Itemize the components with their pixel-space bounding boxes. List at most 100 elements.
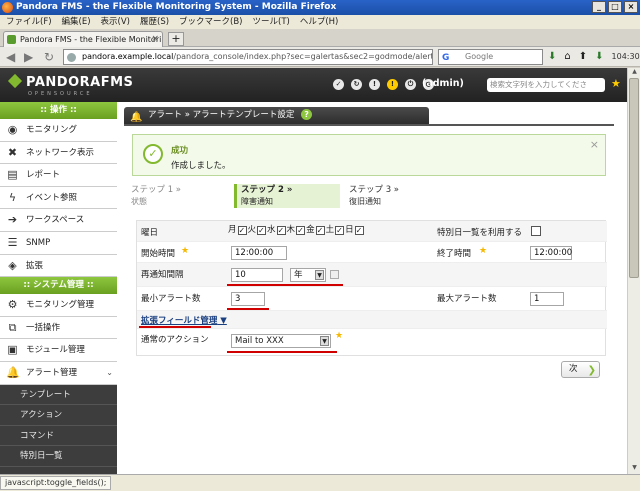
back-icon[interactable]: ◀ [6, 50, 15, 64]
maximize-button[interactable]: □ [608, 1, 622, 13]
end-time-input[interactable]: 12:00:00 [530, 246, 572, 260]
checkbox-wed[interactable]: ✓ [276, 226, 286, 235]
action-select[interactable]: Mail to XXX ▼ [231, 334, 331, 348]
home-icon[interactable]: ⌂ [564, 50, 570, 64]
title-divider [124, 124, 614, 126]
pandora-logo[interactable]: PANDORAFMS OPENSOURCE [7, 73, 133, 97]
menu-bookmarks[interactable]: ブックマーク(B) [179, 15, 242, 29]
tab-title: Pandora FMS - the Flexible Monitoring Sy… [20, 35, 162, 44]
menu-help[interactable]: ヘルプ(H) [300, 15, 339, 29]
sidebar-subitem-commands[interactable]: コマンド [0, 425, 117, 447]
sidebar-subitem-special-days[interactable]: 特別日一覧 [0, 446, 117, 467]
sidebar-item-snmp[interactable]: ☰ SNMP [0, 231, 117, 255]
menu-history[interactable]: 履歴(S) [140, 15, 169, 29]
app-header: PANDORAFMS OPENSOURCE ✓ ↻ ! ! ⏻ ● (admin… [0, 68, 627, 102]
sidebar: :: 操作 :: ◉ モニタリング ✖ ネットワーク表示 ▤ レポート ϟ イベント参照… [0, 102, 117, 474]
page-scrollbar[interactable]: ▲ ▼ [627, 68, 640, 474]
status-ok-icon[interactable]: ✓ [333, 79, 344, 90]
highlight-underline [139, 326, 211, 328]
required-star-icon: ★ [335, 331, 344, 341]
sidebar-item-events[interactable]: ϟ イベント参照 [0, 186, 117, 210]
menu-view[interactable]: 表示(V) [101, 15, 130, 29]
checkbox-sat[interactable]: ✓ [335, 226, 345, 235]
form-row-days: 曜日 月 ✓ 火 ✓ 水 ✓ 木 ✓ 金 ✓ 土 ✓ 日 ✓ 特別日一覧を利用する [137, 221, 607, 242]
sidebar-item-report[interactable]: ▤ レポート [0, 164, 117, 187]
alert-status-icon[interactable]: ! [387, 79, 398, 90]
menu-edit[interactable]: 編集(E) [62, 15, 91, 29]
success-message: ✓ 成功 作成しました。 × [132, 134, 606, 176]
max-alerts-input[interactable]: 1 [530, 292, 564, 306]
reload-icon[interactable]: ↻ [44, 50, 54, 64]
advanced-fields-link[interactable]: 拡張フィールド管理 ▼ [141, 314, 227, 326]
checkbox-fri[interactable]: ✓ [315, 226, 325, 235]
tab-close-icon[interactable]: × [151, 32, 159, 47]
scroll-down-icon[interactable]: ▼ [628, 464, 640, 474]
refresh-icon[interactable]: ↻ [351, 79, 362, 90]
tab-bar: Pandora FMS - the Flexible Monitoring Sy… [0, 29, 640, 47]
checkbox-sun[interactable]: ✓ [354, 226, 364, 235]
browser-search-box[interactable]: G Google [438, 49, 543, 65]
next-button[interactable]: 次 ❯ [561, 361, 600, 378]
step-2[interactable]: ステップ 2 » 障害通知 [234, 184, 340, 208]
sidebar-item-monitoring[interactable]: ◉ モニタリング [0, 119, 117, 142]
close-window-button[interactable]: × [624, 1, 638, 13]
upload-icon[interactable]: ⬆ [579, 50, 587, 64]
alert-template-form: 曜日 月 ✓ 火 ✓ 水 ✓ 木 ✓ 金 ✓ 土 ✓ 日 ✓ 特別日一覧を利用する 開始時間 … [136, 220, 607, 356]
end-time-label: 終了時間 [437, 249, 472, 259]
start-time-input[interactable]: 12:00:00 [231, 246, 287, 260]
extension-icon: ◈ [8, 258, 17, 272]
scroll-up-icon[interactable]: ▲ [628, 68, 640, 78]
sidebar-item-network[interactable]: ✖ ネットワーク表示 [0, 141, 117, 165]
url-bar[interactable]: pandora.example.local/pandora_console/in… [63, 49, 433, 65]
sidebar-subitem-actions[interactable]: アクション [0, 405, 117, 426]
sidebar-item-workspace[interactable]: ➔ ワークスペース [0, 209, 117, 232]
scrollbar-thumb[interactable] [629, 78, 639, 278]
sidebar-item-extensions[interactable]: ◈ 拡張 [0, 254, 117, 278]
window-title: Pandora FMS - the Flexible Monitoring Sy… [16, 2, 337, 12]
download-icon[interactable]: ⬇ [548, 50, 556, 64]
renotify-unit-select[interactable]: 年 ▼ [290, 268, 326, 282]
special-days-checkbox[interactable] [531, 226, 541, 236]
star-icon[interactable]: ★ [611, 77, 621, 90]
highlight-underline [227, 308, 269, 310]
new-tab-button[interactable]: + [168, 32, 184, 46]
sidebar-item-modules[interactable]: ▣ モジュール管理 [0, 339, 117, 362]
days-label: 曜日 [141, 228, 159, 238]
form-row-time: 開始時間 ★ 12:00:00 終了時間 ★ 12:00:00 [137, 242, 607, 263]
forward-icon[interactable]: ▶ [24, 50, 33, 64]
highlight-underline [227, 284, 343, 286]
header-search-input[interactable]: 検索文字列を入力してくださ [487, 78, 605, 92]
main-content: 🔔 アラート » アラートテンプレート設定 ? ✓ 成功 作成しました。 × ス… [117, 102, 627, 474]
site-identity-icon [67, 53, 76, 62]
page-title-bar: 🔔 アラート » アラートテンプレート設定 ? [124, 107, 429, 124]
sidebar-subitem-templates[interactable]: テンプレート [0, 384, 117, 406]
help-icon[interactable]: ? [301, 109, 313, 120]
step-3[interactable]: ステップ 3 » 復旧通知 [345, 184, 445, 208]
sidebar-item-monitoring-admin[interactable]: ⚙ モニタリング管理 [0, 294, 117, 317]
minimize-button[interactable]: _ [592, 1, 606, 13]
sidebar-item-alerts[interactable]: 🔔 アラート管理 ⌄ [0, 361, 117, 385]
step-1[interactable]: ステップ 1 » 状態 [127, 184, 227, 208]
checkbox-thu[interactable]: ✓ [296, 226, 306, 235]
menu-tools[interactable]: ツール(T) [253, 15, 290, 29]
form-row-alert-count: 最小アラート数 3 最大アラート数 1 [137, 287, 607, 311]
checkbox-mon[interactable]: ✓ [237, 226, 247, 235]
checkbox-tue[interactable]: ✓ [257, 226, 267, 235]
arrow-down-icon[interactable]: ⬇ [595, 50, 603, 64]
logout-icon[interactable]: ⏻ [405, 79, 416, 90]
day-thu: 木 ✓ [286, 225, 306, 235]
sidebar-item-bulk[interactable]: ⧉ 一括操作 [0, 316, 117, 340]
workspace-icon: ➔ [7, 213, 18, 227]
close-icon[interactable]: × [590, 138, 599, 151]
browser-tab[interactable]: Pandora FMS - the Flexible Monitoring Sy… [3, 31, 163, 47]
unit-toggle-icon[interactable] [330, 270, 339, 279]
renotify-input[interactable]: 10 [231, 268, 283, 282]
min-alerts-input[interactable]: 3 [231, 292, 265, 306]
info-icon[interactable]: ! [369, 79, 380, 90]
menu-file[interactable]: ファイル(F) [6, 15, 52, 29]
day-sun: 日 ✓ [345, 225, 364, 235]
user-name[interactable]: (admin) [422, 78, 464, 89]
bulk-icon: ⧉ [8, 320, 17, 334]
status-text: javascript:toggle_fields(); [0, 476, 112, 490]
chevron-down-icon: ⌄ [106, 367, 113, 377]
